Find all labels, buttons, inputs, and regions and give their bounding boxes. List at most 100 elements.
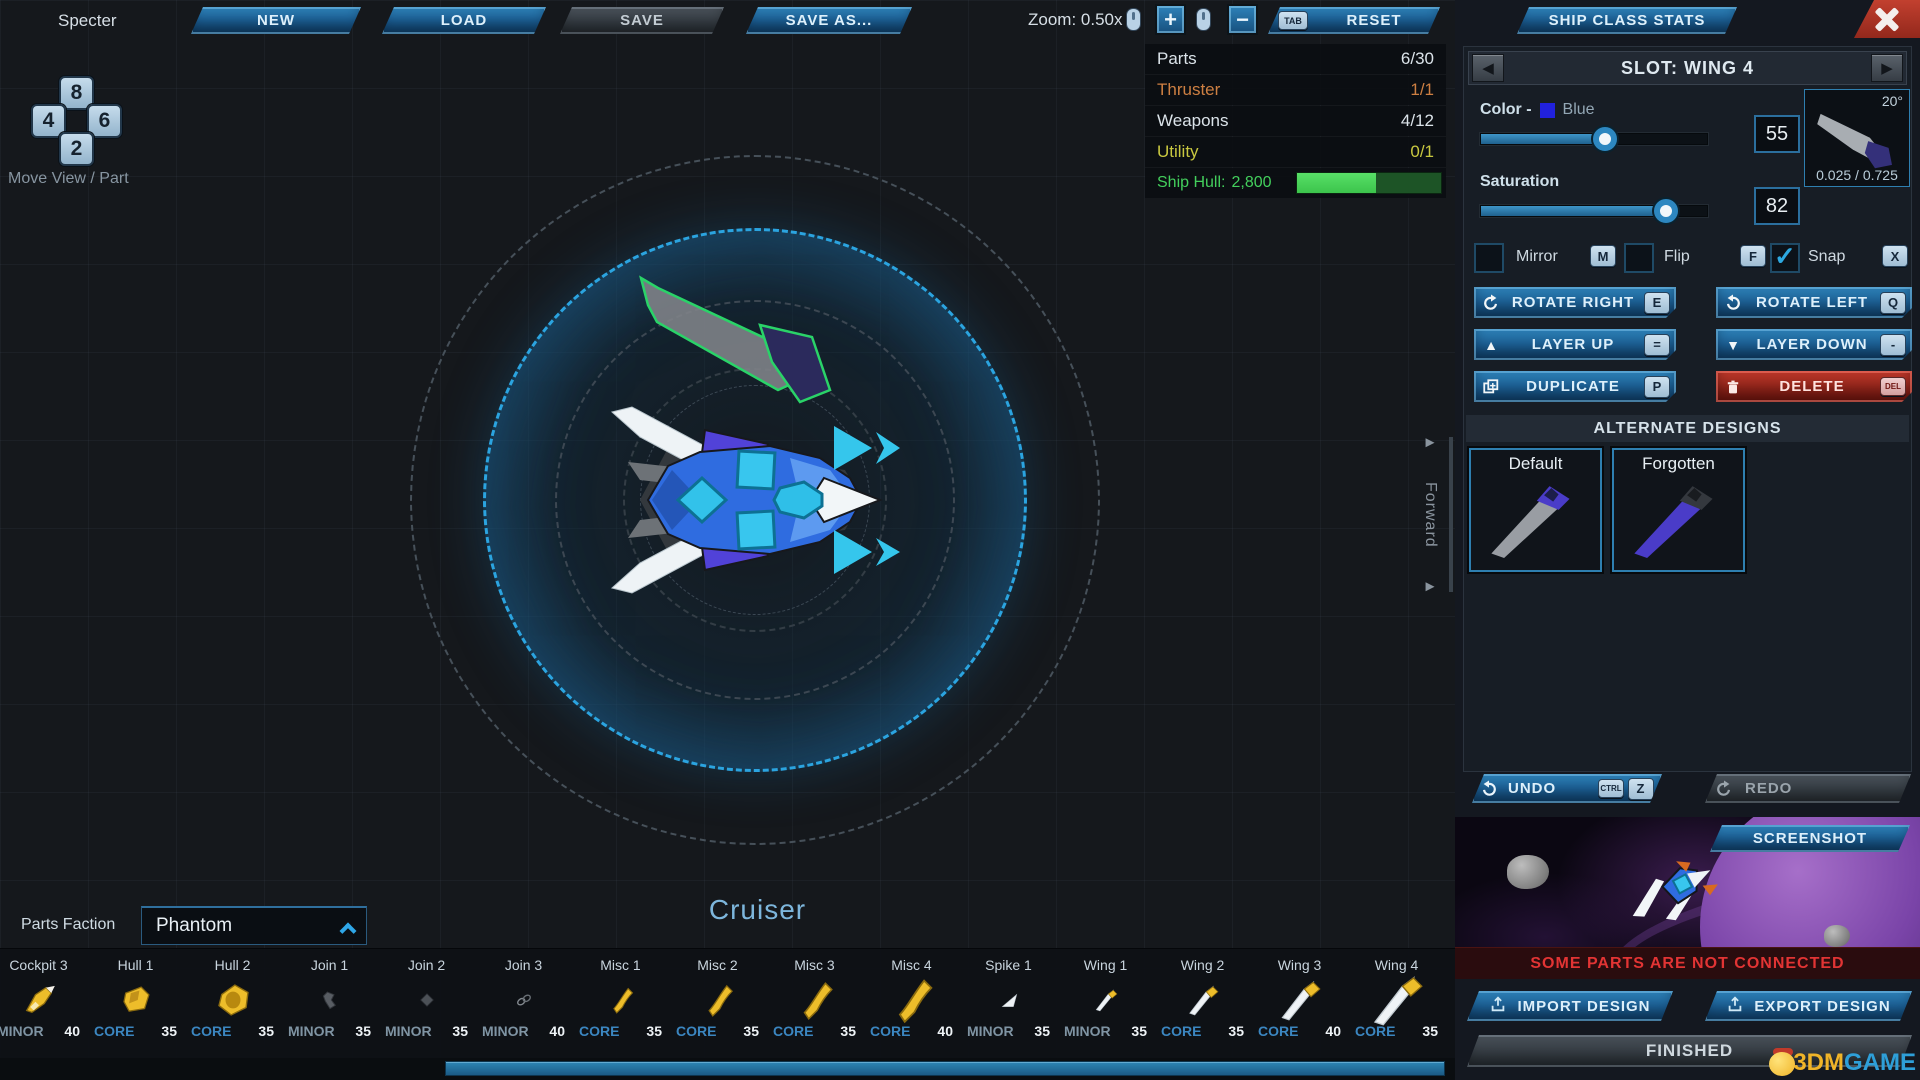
rotate-right-button[interactable]: ROTATE RIGHT E (1474, 287, 1676, 318)
ship-body[interactable] (612, 407, 900, 593)
close-button[interactable] (1854, 0, 1920, 38)
screenshot-button[interactable]: SCREENSHOT (1710, 825, 1910, 852)
part-item[interactable]: Spike 1 MINOR 35 (960, 949, 1057, 1057)
hull-bar-fill (1297, 173, 1376, 193)
slot-title: SLOT: WING 4 (1507, 58, 1868, 79)
color-value-box[interactable]: 55 (1754, 115, 1800, 153)
hull-bar (1296, 172, 1442, 194)
part-icon (792, 977, 838, 1023)
canvas-edge-marker (1449, 437, 1453, 592)
part-meta: CORE 35 (87, 1023, 184, 1039)
save-button[interactable]: SAVE (560, 7, 724, 34)
part-item[interactable]: Wing 2 CORE 35 (1154, 949, 1251, 1057)
prev-slot-button[interactable]: ◀ (1472, 54, 1504, 82)
part-item[interactable]: Wing 3 CORE 40 (1251, 949, 1348, 1057)
part-item[interactable]: Misc 3 CORE 35 (766, 949, 863, 1057)
part-item[interactable]: Misc 2 CORE 35 (669, 949, 766, 1057)
ship-class-stats-button[interactable]: SHIP CLASS STATS (1517, 7, 1737, 34)
zoom-out-button[interactable]: − (1227, 4, 1258, 35)
layer-up-button[interactable]: ▲ LAYER UP = (1474, 329, 1676, 360)
part-cost: 35 (452, 1023, 468, 1039)
part-item[interactable]: Hull 1 CORE 35 (87, 949, 184, 1057)
reset-view-button[interactable]: TAB RESET (1268, 7, 1440, 34)
parts-strip: Cockpit 3 MINOR 40 Hull 1 CORE 35 (0, 948, 1455, 1058)
layer-down-button[interactable]: ▼ LAYER DOWN - (1716, 329, 1912, 360)
new-button[interactable]: NEW (191, 7, 361, 34)
zoom-in-button[interactable]: + (1155, 4, 1186, 35)
part-icon (695, 977, 741, 1023)
next-slot-button[interactable]: ▶ (1871, 54, 1903, 82)
part-icon (1083, 977, 1129, 1023)
part-name: Wing 2 (1181, 957, 1225, 975)
part-item[interactable]: Cockpit 3 MINOR 40 (0, 949, 87, 1057)
part-name: Misc 4 (891, 957, 931, 975)
part-type: MINOR (482, 1023, 529, 1039)
part-icon (307, 977, 353, 1023)
upload-icon (1726, 995, 1744, 1017)
delete-button[interactable]: DELETE DEL (1716, 371, 1912, 402)
part-type: CORE (773, 1023, 813, 1039)
saturation-value-box[interactable]: 82 (1754, 187, 1800, 225)
tab-keycap: TAB (1278, 11, 1308, 30)
mirror-checkbox[interactable] (1474, 243, 1504, 273)
mouse-scroll-icon (1196, 8, 1211, 31)
part-item[interactable]: Join 2 MINOR 35 (378, 949, 475, 1057)
part-type: MINOR (1064, 1023, 1111, 1039)
redo-button[interactable]: REDO (1705, 774, 1911, 803)
part-icon (501, 977, 547, 1023)
rotate-left-icon (1722, 292, 1744, 314)
part-item[interactable]: Join 1 MINOR 35 (281, 949, 378, 1057)
export-design-button[interactable]: EXPORT DESIGN (1705, 991, 1912, 1021)
part-cost: 40 (1325, 1023, 1341, 1039)
import-design-button[interactable]: IMPORT DESIGN (1467, 991, 1673, 1021)
design-canvas[interactable]: Cruiser ► Forward ► Specter NEW LOAD SAV… (0, 0, 1455, 1080)
saturation-slider[interactable] (1480, 205, 1708, 217)
part-meta: MINOR 35 (960, 1023, 1057, 1039)
part-type: MINOR (967, 1023, 1014, 1039)
part-cost: 35 (355, 1023, 371, 1039)
parts-faction-select[interactable]: Phantom (141, 906, 367, 945)
saturation-slider-handle[interactable] (1654, 199, 1678, 223)
slot-panel: ◀ SLOT: WING 4 ▶ Color - Blue 55 Saturat… (1463, 46, 1912, 772)
ctrl-keycap: CTRL (1598, 779, 1624, 798)
parts-scrollbar-thumb[interactable] (445, 1061, 1445, 1076)
color-slider[interactable] (1480, 133, 1708, 145)
part-name: Join 2 (408, 957, 445, 975)
rotate-right-keycap: E (1644, 292, 1670, 314)
rotate-left-button[interactable]: ROTATE LEFT Q (1716, 287, 1912, 318)
part-icon (1277, 977, 1323, 1023)
part-icon (986, 977, 1032, 1023)
alternate-design-forgotten[interactable]: Forgotten (1612, 448, 1745, 572)
color-slider-handle[interactable] (1593, 127, 1617, 151)
parts-row: Cockpit 3 MINOR 40 Hull 1 CORE 35 (0, 949, 1445, 1057)
stat-row: Utility 0/1 (1145, 137, 1446, 167)
duplicate-button[interactable]: DUPLICATE P (1474, 371, 1676, 402)
color-slider-fill (1481, 134, 1605, 144)
part-name: Wing 3 (1278, 957, 1322, 975)
part-item[interactable]: Hull 2 CORE 35 (184, 949, 281, 1057)
flip-keycap: F (1740, 245, 1766, 267)
mouse-scroll-icon (1126, 8, 1141, 31)
part-item[interactable]: Misc 4 CORE 40 (863, 949, 960, 1057)
part-cost: 40 (549, 1023, 565, 1039)
parts-scrollbar-track[interactable] (0, 1058, 1455, 1080)
ship-hull-row: Ship Hull: 2,800 (1145, 168, 1446, 198)
part-name: Join 3 (505, 957, 542, 975)
alternate-design-default[interactable]: Default (1469, 448, 1602, 572)
part-item[interactable]: Join 3 MINOR 40 (475, 949, 572, 1057)
part-item[interactable]: Wing 4 CORE 35 (1348, 949, 1445, 1057)
forgotten-blade-icon (1622, 468, 1734, 568)
snap-checkbox[interactable] (1770, 243, 1800, 273)
stat-value: 1/1 (1410, 80, 1434, 100)
flip-checkbox[interactable] (1624, 243, 1654, 273)
part-item[interactable]: Wing 1 MINOR 35 (1057, 949, 1154, 1057)
stat-row: Thruster 1/1 (1145, 75, 1446, 105)
part-name: Misc 3 (794, 957, 834, 975)
undo-button[interactable]: UNDO CTRL Z (1472, 774, 1662, 803)
part-item[interactable]: Misc 1 CORE 35 (572, 949, 669, 1057)
load-button[interactable]: LOAD (382, 7, 546, 34)
toggle-row: Mirror M Flip F Snap X (1464, 243, 1911, 277)
rotate-right-icon (1480, 292, 1502, 314)
save-as-button[interactable]: SAVE AS... (746, 7, 912, 34)
selected-part[interactable] (641, 278, 830, 402)
